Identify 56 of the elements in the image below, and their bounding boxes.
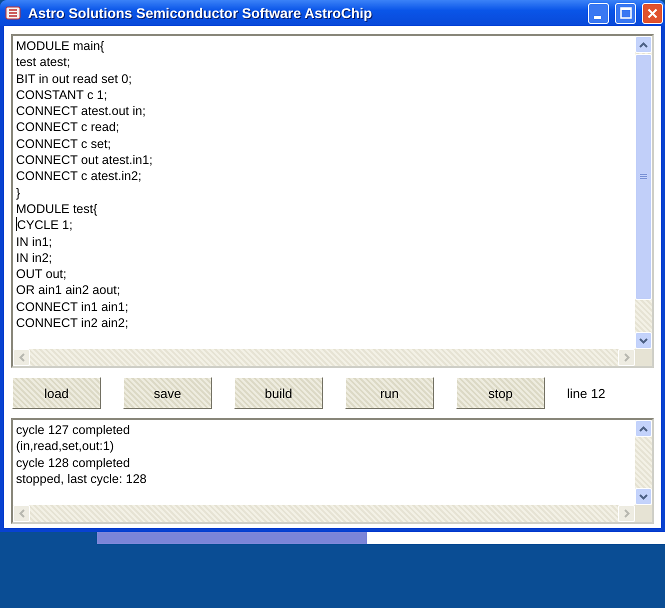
vertical-scrollbar[interactable] [635, 420, 652, 505]
code-line: } [16, 184, 22, 201]
scroll-down-button[interactable] [635, 488, 652, 505]
vertical-scrollbar[interactable] [635, 36, 652, 349]
window-title: Astro Solutions Semiconductor Software AstroChip [28, 5, 374, 21]
toolbar-button[interactable]: run [345, 377, 434, 409]
code-line: IN in1; [16, 234, 54, 250]
code-line: CYCLE 1; [16, 217, 74, 234]
code-line: IN in2; [16, 250, 54, 266]
code-line: CONNECT in1 ain1; [16, 298, 130, 316]
chevron-up-icon [639, 42, 648, 48]
console-line: stopped, last cycle: 128 [16, 470, 148, 488]
code-line: CONNECT c atest.in2; [16, 168, 143, 185]
close-icon [647, 8, 658, 18]
code-line: CONNECT out atest.in1; [16, 152, 154, 168]
minimize-icon [594, 16, 600, 18]
chevron-left-icon [18, 509, 24, 518]
code-line: OUT out; [16, 266, 68, 282]
minimize-button[interactable] [588, 2, 609, 24]
code-line: BIT in out read set 0; [16, 70, 133, 87]
chevron-right-icon [624, 509, 630, 518]
console-line: (in,read,set,out:1) [16, 438, 115, 455]
code-line: OR ain1 ain2 aout; [16, 282, 122, 299]
scroll-thumb[interactable] [635, 54, 652, 300]
console-line: cycle 127 completed [16, 422, 131, 438]
code-line: CONNECT atest.out in; [16, 103, 147, 120]
text-caret [16, 217, 17, 232]
line-indicator: line 12 [567, 386, 606, 400]
code-line: CONNECT c read; [16, 119, 120, 136]
chevron-up-icon [639, 426, 648, 432]
code-line: CONNECT in2 ain2; [16, 315, 130, 332]
scroll-up-button[interactable] [635, 420, 652, 437]
scroll-down-button[interactable] [635, 332, 652, 349]
scroll-up-button[interactable] [635, 36, 652, 53]
app-icon [4, 4, 22, 22]
close-button[interactable] [642, 2, 663, 24]
chevron-down-icon [639, 494, 648, 500]
maximize-icon [620, 7, 632, 19]
code-line: CONSTANT c 1; [16, 86, 108, 104]
code-line: test atest; [16, 54, 72, 71]
chevron-down-icon [639, 338, 648, 344]
maximize-button[interactable] [615, 2, 636, 24]
code-line: MODULE main{ [16, 38, 106, 54]
grip-icon [640, 174, 647, 180]
code-line: CONNECT c set; [16, 136, 112, 152]
code-editor[interactable] [11, 34, 654, 368]
console-line: cycle 128 completed [16, 454, 131, 471]
toolbar-button[interactable]: save [123, 377, 212, 409]
toolbar-button[interactable]: stop [456, 377, 545, 409]
scrollbar-corner [635, 505, 652, 522]
toolbar-button[interactable]: build [234, 377, 323, 409]
chevron-right-icon [624, 353, 630, 362]
scrollbar-corner [635, 349, 652, 366]
toolbar-button[interactable]: load [12, 377, 101, 409]
code-line: MODULE test{ [16, 200, 98, 218]
chevron-left-icon [18, 353, 24, 362]
